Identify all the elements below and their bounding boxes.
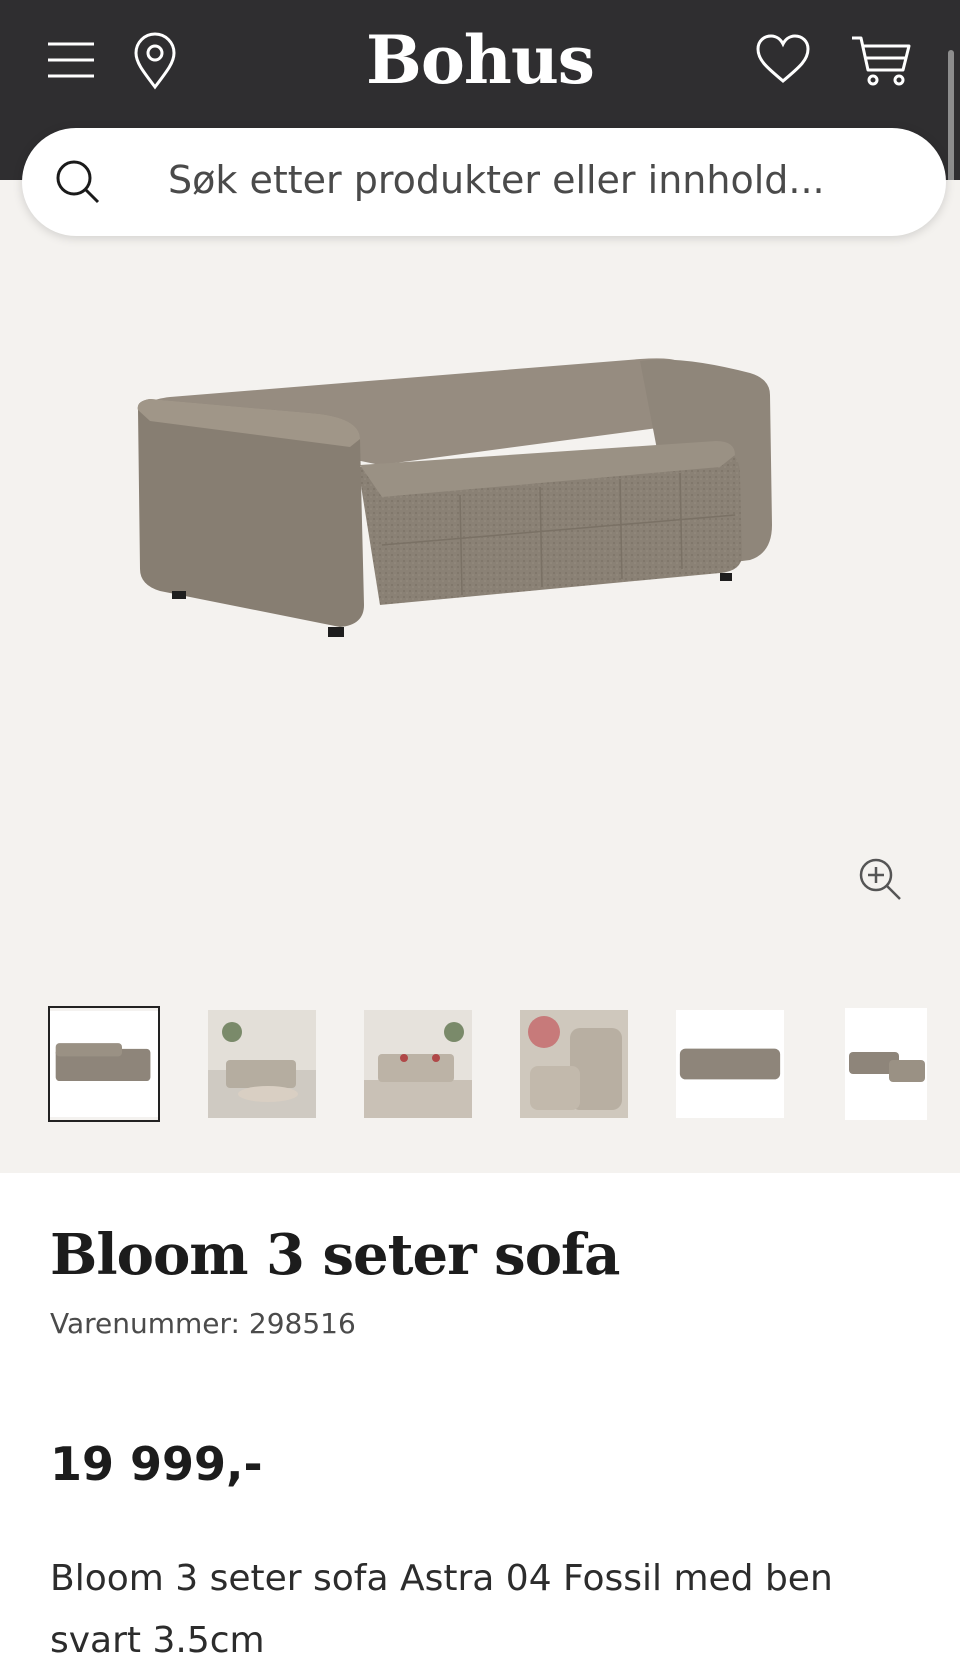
product-title: Bloom 3 seter sofa xyxy=(50,1222,620,1288)
product-description: Bloom 3 seter sofa Astra 04 Fossil med b… xyxy=(50,1558,833,1661)
search-icon[interactable] xyxy=(54,158,102,206)
product-price: 19 999,- xyxy=(50,1437,263,1491)
thumbnail-2[interactable] xyxy=(208,1008,316,1120)
cart-icon[interactable] xyxy=(850,34,912,86)
thumbnail-3[interactable] xyxy=(364,1008,472,1120)
search-bar[interactable]: Søk etter produkter eller innhold... xyxy=(22,128,946,236)
thumbnail-1[interactable] xyxy=(48,1006,160,1122)
product-image[interactable] xyxy=(120,355,840,695)
brand-logo[interactable]: Bohus xyxy=(0,18,960,102)
product-gallery xyxy=(0,180,960,1173)
thumbnail-6[interactable] xyxy=(832,1008,940,1120)
thumbnail-4[interactable] xyxy=(520,1008,628,1120)
search-input[interactable]: Søk etter produkter eller innhold... xyxy=(168,158,825,202)
thumbnail-strip xyxy=(48,1006,927,1128)
zoom-in-icon[interactable] xyxy=(858,857,904,903)
product-sku: Varenummer: 298516 xyxy=(50,1307,356,1340)
heart-icon[interactable] xyxy=(755,33,811,85)
thumbnail-5[interactable] xyxy=(676,1008,784,1120)
